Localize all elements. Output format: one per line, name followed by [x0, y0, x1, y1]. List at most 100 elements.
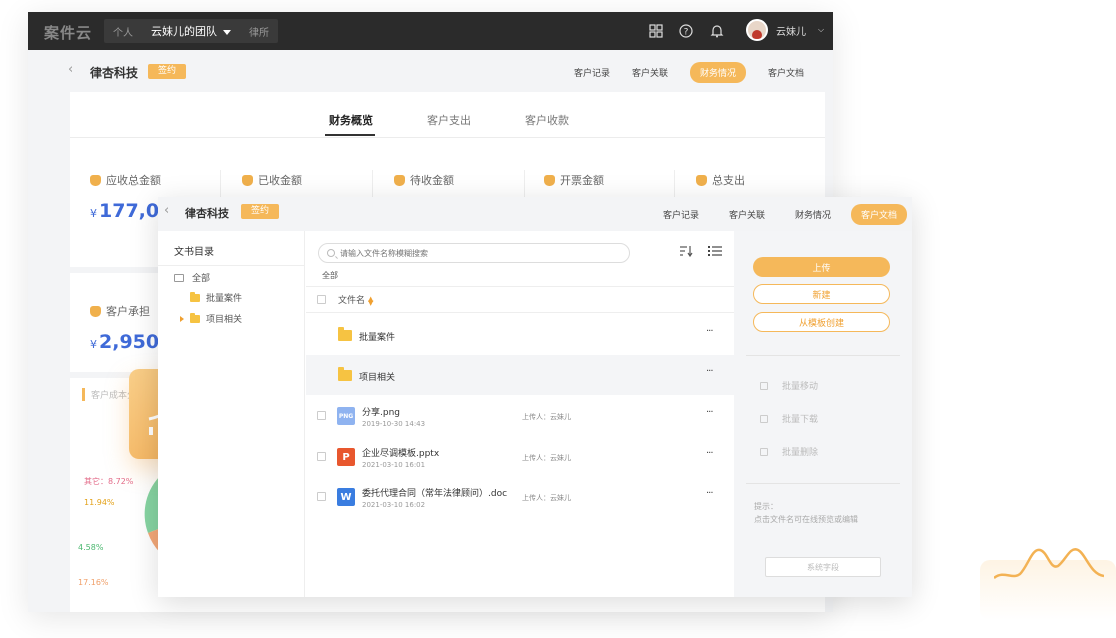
segment-firm[interactable]: 律所: [240, 24, 278, 39]
tab-client-expense[interactable]: 客户支出: [427, 112, 471, 128]
expand-arrow-icon[interactable]: [180, 315, 184, 322]
bell-icon[interactable]: [710, 24, 724, 38]
more-icon[interactable]: ···: [706, 326, 713, 337]
pptx-file-icon: P: [337, 448, 355, 466]
client-header: ‹ 律杏科技 签约 客户记录 客户关联 财务情况 客户文档: [158, 197, 912, 231]
pie-label: 17.16%: [78, 578, 109, 587]
folder-icon: [338, 327, 352, 341]
tab-finance[interactable]: 财务情况: [795, 208, 831, 221]
more-icon[interactable]: ···: [706, 448, 713, 459]
stat-total-expense: 总支出: [696, 172, 745, 188]
batch-delete-button[interactable]: 批量删除: [760, 445, 818, 458]
search-box[interactable]: [318, 243, 630, 263]
segment-personal[interactable]: 个人: [104, 24, 142, 39]
sort-icon[interactable]: [679, 245, 693, 257]
breadcrumb[interactable]: 全部: [322, 270, 338, 281]
batch-download-button[interactable]: 批量下载: [760, 412, 818, 425]
stat-pending: 待收金额: [394, 172, 454, 188]
row-name[interactable]: 批量案件: [359, 330, 395, 343]
upload-button[interactable]: 上传: [753, 257, 890, 277]
status-badge: 签约: [241, 204, 279, 219]
search-icon: [327, 249, 335, 257]
avatar: [746, 19, 768, 41]
stat-invoiced: 开票金额: [544, 172, 604, 188]
row-uploader: 上传人：云妹儿: [522, 454, 571, 462]
stat-label: 开票金额: [560, 174, 604, 187]
row-name[interactable]: 分享.png: [362, 405, 400, 418]
table-row[interactable]: PNG 分享.png 2019-10-30 14:43 上传人：云妹儿 ···: [306, 396, 734, 436]
team-switcher[interactable]: 个人 云妹儿的团队 律所: [104, 19, 278, 43]
table-row[interactable]: P 企业尽调模板.pptx 2021-03-10 16:01 上传人：云妹儿 ·…: [306, 437, 734, 477]
tab-client-relations[interactable]: 客户关联: [729, 208, 765, 221]
system-fields-button[interactable]: 系统字段: [765, 557, 881, 577]
tree-item-all[interactable]: 全部: [174, 271, 210, 284]
search-input[interactable]: [340, 248, 610, 258]
chevron-down-icon: [223, 29, 231, 35]
move-icon: [760, 381, 768, 390]
tab-client-records[interactable]: 客户记录: [663, 208, 699, 221]
tab-client-relations[interactable]: 客户关联: [632, 66, 668, 79]
undertaken-amount: 2,950: [99, 331, 160, 353]
tab-finance[interactable]: 财务情况: [690, 62, 747, 83]
row-checkbox[interactable]: [317, 492, 326, 501]
more-icon[interactable]: ···: [706, 366, 713, 377]
back-arrow-icon[interactable]: ‹: [164, 203, 169, 218]
money-bag-icon: [242, 174, 253, 186]
batch-delete-label: 批量删除: [782, 448, 819, 458]
pie-label: 其它：8.72%: [84, 477, 134, 486]
table-row[interactable]: 项目相关 ···: [306, 355, 734, 395]
money-bag-icon: [90, 174, 101, 186]
grid-icon[interactable]: [649, 24, 663, 38]
documents-window: ‹ 律杏科技 签约 客户记录 客户关联 财务情况 客户文档 文书目录 全部 批量…: [158, 197, 912, 597]
tree-item-label: 项目相关: [206, 315, 243, 325]
table-row[interactable]: 批量案件 ···: [306, 315, 734, 355]
user-menu[interactable]: 云妹儿 ⌵: [746, 19, 824, 41]
row-name[interactable]: 企业尽调模板.pptx: [362, 446, 439, 459]
segment-team[interactable]: 云妹儿的团队: [142, 23, 240, 39]
column-filename[interactable]: 文件名: [338, 293, 365, 306]
more-icon[interactable]: ···: [706, 488, 713, 499]
file-list-pane: 全部 文件名 ▲▼ 批量案件 ··· 项目相关 ··· PNG 分享.png 2…: [306, 231, 734, 597]
tab-client-records[interactable]: 客户记录: [574, 66, 610, 79]
row-name[interactable]: 委托代理合同（常年法律顾问）.doc: [362, 486, 507, 499]
trash-icon: [760, 447, 768, 456]
stat-received: 已收金额: [242, 172, 302, 188]
tree-item-batch-cases[interactable]: 批量案件: [190, 291, 242, 304]
folder-icon: [338, 367, 352, 381]
row-checkbox[interactable]: [317, 452, 326, 461]
sort-arrows-icon[interactable]: ▲ ▼: [368, 296, 373, 307]
tree-item-label: 批量案件: [206, 294, 243, 304]
tab-finance-overview[interactable]: 财务概览: [329, 112, 373, 128]
tip-title: 提示：: [754, 502, 778, 511]
list-view-icon[interactable]: [708, 245, 722, 257]
tab-client-docs[interactable]: 客户文档: [768, 66, 804, 79]
tree-item-project[interactable]: 项目相关: [180, 312, 242, 325]
batch-download-label: 批量下载: [782, 415, 819, 425]
row-checkbox[interactable]: [317, 411, 326, 420]
tip-body: 点击文件名可在线预览或编辑: [754, 515, 858, 524]
divider: [746, 355, 900, 356]
create-button[interactable]: 新建: [753, 284, 890, 304]
money-bag-icon: [394, 174, 405, 186]
select-all-checkbox[interactable]: [317, 295, 326, 304]
currency-symbol: ¥: [90, 207, 97, 220]
more-icon[interactable]: ···: [706, 407, 713, 418]
row-date: 2019-10-30 14:43: [362, 420, 426, 428]
decorative-wave: [994, 548, 1104, 580]
create-from-template-button[interactable]: 从模板创建: [753, 312, 890, 332]
stat-label: 应收总金额: [106, 174, 161, 187]
client-header: ‹ 律杏科技 签约 客户记录 客户关联 财务情况 客户文档: [28, 50, 833, 92]
table-row[interactable]: W 委托代理合同（常年法律顾问）.doc 2021-03-10 16:02 上传…: [306, 477, 734, 517]
segment-team-label: 云妹儿的团队: [151, 25, 217, 38]
help-icon[interactable]: ?: [679, 24, 693, 38]
tab-client-docs[interactable]: 客户文档: [851, 204, 908, 225]
tree-item-label: 全部: [192, 274, 211, 284]
stat-label: 客户承担: [106, 305, 150, 318]
stat-receivable: 应收总金额: [90, 172, 161, 188]
row-name[interactable]: 项目相关: [359, 370, 395, 383]
back-arrow-icon[interactable]: ‹: [68, 62, 73, 77]
batch-move-button[interactable]: 批量移动: [760, 379, 818, 392]
money-bag-icon: [90, 305, 101, 317]
money-bag-icon: [696, 174, 707, 186]
tab-client-receipt[interactable]: 客户收款: [525, 112, 569, 128]
